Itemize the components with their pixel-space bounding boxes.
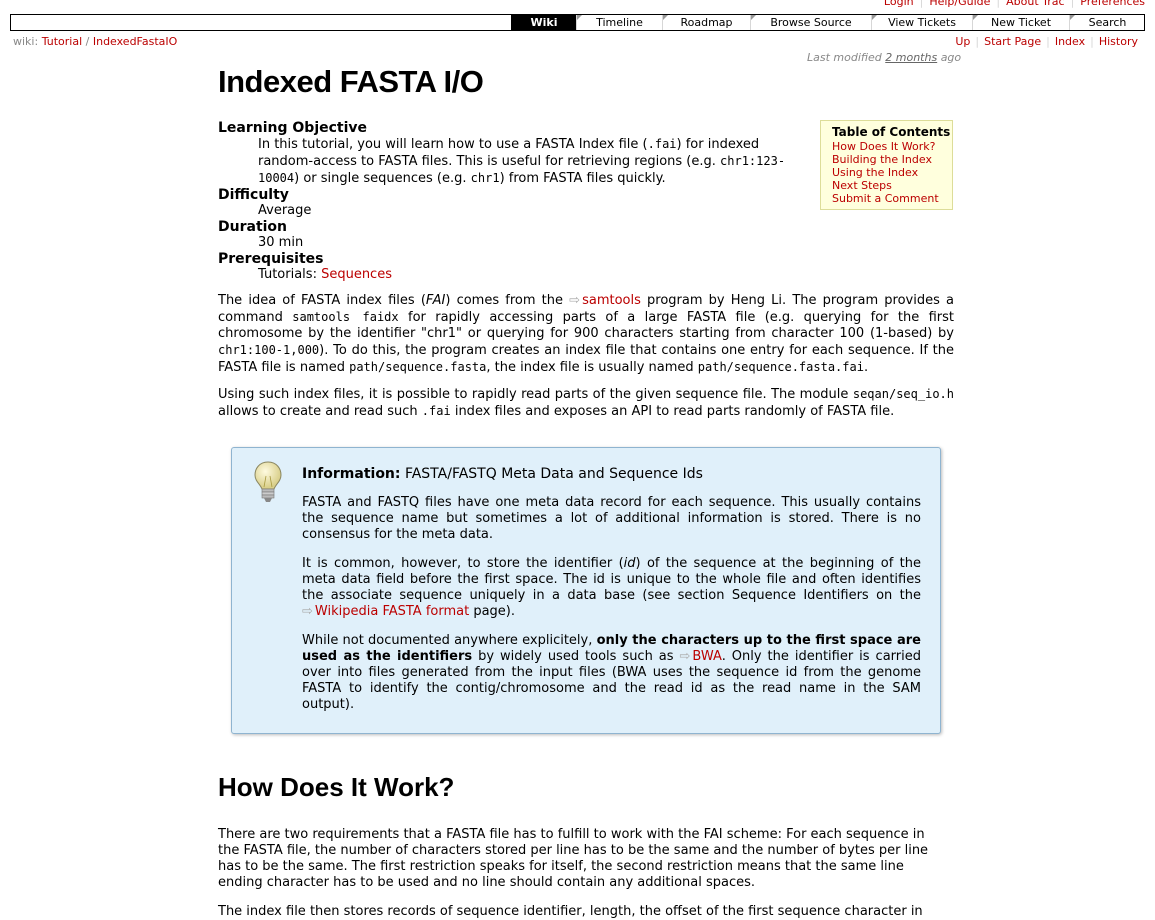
information-content: Information: FASTA/FASTQ Meta Data and S… [302, 466, 921, 726]
toc-title: Table of Contents [832, 125, 951, 139]
breadcrumb-separator: / [85, 35, 90, 48]
context-nav: Up | Start Page | Index | History [955, 35, 1138, 48]
tab-wiki[interactable]: Wiki [511, 15, 576, 30]
tab-corner-icon [751, 15, 756, 20]
difficulty-term: Difficulty [218, 187, 289, 203]
last-modified: Last modified 2 months ago [807, 51, 961, 64]
information-box: Information: FASTA/FASTQ Meta Data and S… [231, 447, 941, 734]
wikipedia-fasta-link[interactable]: ⇨ Wikipedia FASTA format [302, 604, 469, 619]
tab-corner-icon [663, 15, 668, 20]
login-link[interactable]: Login [884, 0, 914, 8]
duration-term: Duration [218, 219, 288, 235]
breadcrumb-tutorial-link[interactable]: Tutorial [42, 35, 82, 48]
page-title: Indexed FASTA I/O [218, 64, 484, 99]
external-link-icon: ⇨ [569, 293, 581, 308]
breadcrumb: wiki: Tutorial / IndexedFastaIO [13, 35, 177, 48]
tutorial-metadata: Learning Objective In this tutorial, you… [218, 120, 798, 283]
tab-corner-icon [1070, 15, 1075, 20]
learning-objective-text: In this tutorial, you will learn how to … [258, 137, 786, 186]
tab-view-tickets-label: View Tickets [888, 16, 956, 29]
meta-nav: Login | Help/Guide | About Trac | Preferences [884, 0, 1145, 8]
table-of-contents: Table of Contents How Does It Work? Buil… [820, 120, 953, 210]
section-heading-how-does-it-work: How Does It Work? [218, 772, 455, 802]
requirements-paragraph: There are two requirements that a FASTA … [218, 827, 929, 890]
tab-search[interactable]: Search [1069, 15, 1145, 30]
toc-item-how-does-it-work[interactable]: How Does It Work? [832, 140, 935, 153]
learning-objective-term: Learning Objective [218, 120, 368, 136]
tab-timeline-label: Timeline [596, 16, 643, 29]
last-modified-suffix: ago [940, 51, 962, 64]
about-trac-link[interactable]: About Trac [1006, 0, 1064, 8]
preferences-link[interactable]: Preferences [1080, 0, 1145, 8]
tab-roadmap-label: Roadmap [680, 16, 733, 29]
information-heading: Information: FASTA/FASTQ Meta Data and S… [302, 466, 703, 482]
tab-new-ticket[interactable]: New Ticket [972, 15, 1069, 30]
help-guide-link[interactable]: Help/Guide [929, 0, 990, 8]
tab-search-label: Search [1088, 16, 1127, 29]
toc-item-next-steps[interactable]: Next Steps [832, 179, 892, 192]
history-link[interactable]: History [1099, 35, 1138, 48]
information-paragraph-1: FASTA and FASTQ files have one meta data… [302, 495, 921, 542]
breadcrumb-page-link[interactable]: IndexedFastaIO [93, 35, 177, 48]
index-records-paragraph: The index file then stores records of se… [218, 904, 923, 919]
external-link-icon: ⇨ [302, 604, 313, 619]
last-modified-label: Last modified [807, 51, 882, 64]
start-page-link[interactable]: Start Page [984, 35, 1041, 48]
duration-value: 30 min [258, 235, 304, 250]
toc-item-building-the-index[interactable]: Building the Index [832, 153, 932, 166]
main-nav: Wiki Timeline Roadmap Browse Source View… [10, 14, 1145, 31]
sequences-link[interactable]: Sequences [321, 267, 392, 282]
toc-item-using-the-index[interactable]: Using the Index [832, 166, 918, 179]
lightbulb-icon [254, 461, 282, 502]
prerequisites-term: Prerequisites [218, 251, 324, 267]
index-link[interactable]: Index [1055, 35, 1085, 48]
tab-view-tickets[interactable]: View Tickets [871, 15, 972, 30]
tab-browse-source-label: Browse Source [770, 16, 852, 29]
prerequisites-value: Tutorials: Sequences [258, 267, 392, 282]
information-paragraph-2: It is common, however, to store the iden… [302, 556, 921, 619]
tab-timeline[interactable]: Timeline [576, 15, 662, 30]
up-link[interactable]: Up [955, 35, 970, 48]
tab-browse-source[interactable]: Browse Source [750, 15, 871, 30]
tab-corner-icon [577, 15, 582, 20]
module-paragraph: Using such index files, it is possible t… [218, 387, 954, 419]
bwa-link[interactable]: ⇨ BWA [680, 649, 722, 664]
intro-paragraph: The idea of FASTA index files (FAI) come… [218, 293, 954, 375]
breadcrumb-prefix: wiki: [13, 35, 39, 48]
tab-corner-icon [872, 15, 877, 20]
tab-corner-icon [973, 15, 978, 20]
external-link-icon: ⇨ [679, 649, 691, 664]
last-modified-time-link[interactable]: 2 months [885, 51, 937, 64]
samtools-link[interactable]: ⇨ samtools [569, 293, 641, 308]
difficulty-value: Average [258, 203, 312, 218]
tab-new-ticket-label: New Ticket [990, 16, 1052, 29]
tab-roadmap[interactable]: Roadmap [662, 15, 750, 30]
information-paragraph-3: While not documented anywhere explicitel… [302, 633, 921, 712]
toc-item-submit-a-comment[interactable]: Submit a Comment [832, 192, 939, 205]
